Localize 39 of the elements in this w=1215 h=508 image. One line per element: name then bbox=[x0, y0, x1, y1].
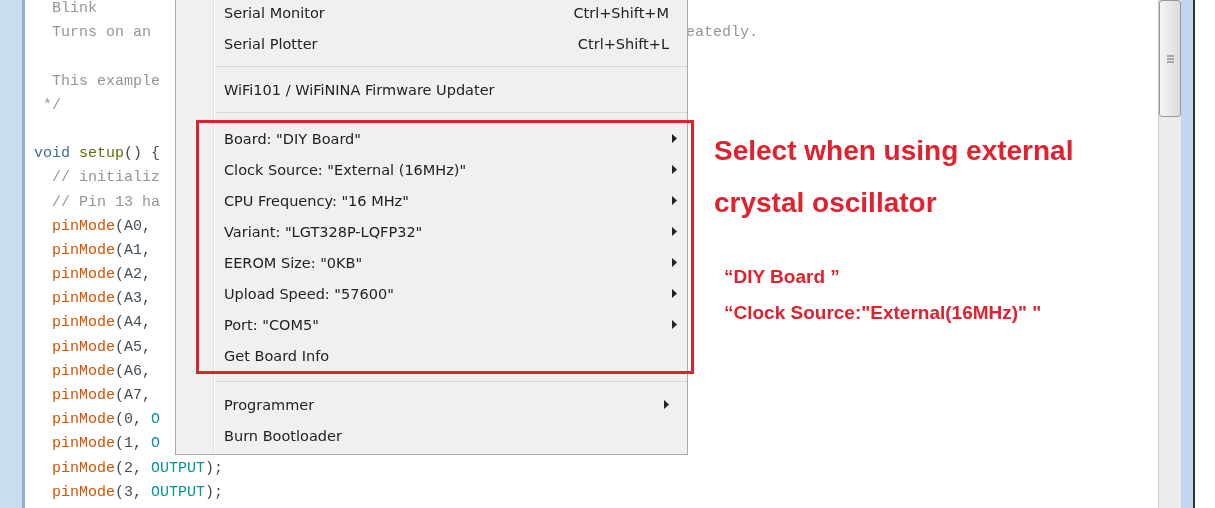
code-line: pinMode(A1, bbox=[51, 241, 152, 259]
scrollbar[interactable] bbox=[1158, 0, 1181, 508]
menu-item[interactable]: WiFi101 / WiFiNINA Firmware Updater bbox=[176, 74, 687, 105]
menu-item[interactable]: Programmer bbox=[176, 389, 687, 420]
menu-item[interactable]: EEROM Size: "0KB" bbox=[196, 247, 694, 278]
scrollbar-thumb[interactable] bbox=[1159, 0, 1181, 117]
menu-item[interactable]: CPU Frequency: "16 MHz" bbox=[196, 185, 694, 216]
code-line: Turns on an bbox=[51, 24, 152, 42]
code-line: pinMode(2, OUTPUT); bbox=[51, 459, 224, 477]
menu-item[interactable]: Port: "COM5" bbox=[196, 309, 694, 340]
grip-icon bbox=[1166, 54, 1174, 63]
code-line: pinMode(A7, bbox=[51, 387, 152, 404]
menu-item[interactable]: Board: "DIY Board" bbox=[196, 120, 694, 154]
code-line: void setup() { bbox=[34, 145, 161, 163]
code-line: */ bbox=[42, 96, 61, 114]
code-line: pinMode(A3, bbox=[51, 290, 152, 308]
menu-item[interactable]: Burn Bootloader bbox=[176, 420, 687, 451]
menu-item[interactable]: Get Board Info bbox=[196, 340, 694, 374]
code-line: pinMode(1, O bbox=[51, 435, 161, 453]
code-line: eatedly. bbox=[686, 23, 758, 44]
menu-item[interactable]: Serial Monitor Ctrl+Shift+M bbox=[176, 0, 687, 28]
menu-item[interactable]: Clock Source: "External (16MHz)" bbox=[196, 154, 694, 185]
annotation-title: Select when using external crystal oscillator bbox=[714, 134, 1074, 220]
code-line: pinMode(A2, bbox=[51, 266, 152, 284]
code-line: pinMode(0, O bbox=[51, 411, 161, 429]
menu-item[interactable]: Upload Speed: "57600" bbox=[196, 278, 694, 309]
code-line: pinMode(A4, bbox=[51, 314, 152, 332]
code-line: // initializ bbox=[51, 169, 161, 187]
menu-item[interactable]: Variant: "LGT328P-LQFP32" bbox=[196, 216, 694, 247]
annotation-note: “Clock Source:"External(16MHz)" " bbox=[724, 301, 1043, 325]
code-line: pinMode(A6, bbox=[51, 362, 152, 380]
code-line: // Pin 13 ha bbox=[51, 193, 161, 211]
code-line: Blink bbox=[51, 0, 97, 17]
code-line: pinMode(3, OUTPUT); bbox=[51, 483, 224, 501]
code-line: pinMode(A0, bbox=[51, 217, 152, 235]
code-line: pinMode(A5, bbox=[51, 338, 152, 356]
code-line: This example bbox=[51, 72, 161, 90]
menu-item[interactable]: Serial Plotter Ctrl+Shift+L bbox=[176, 28, 687, 59]
annotation-note: “DIY Board ” bbox=[724, 265, 841, 289]
